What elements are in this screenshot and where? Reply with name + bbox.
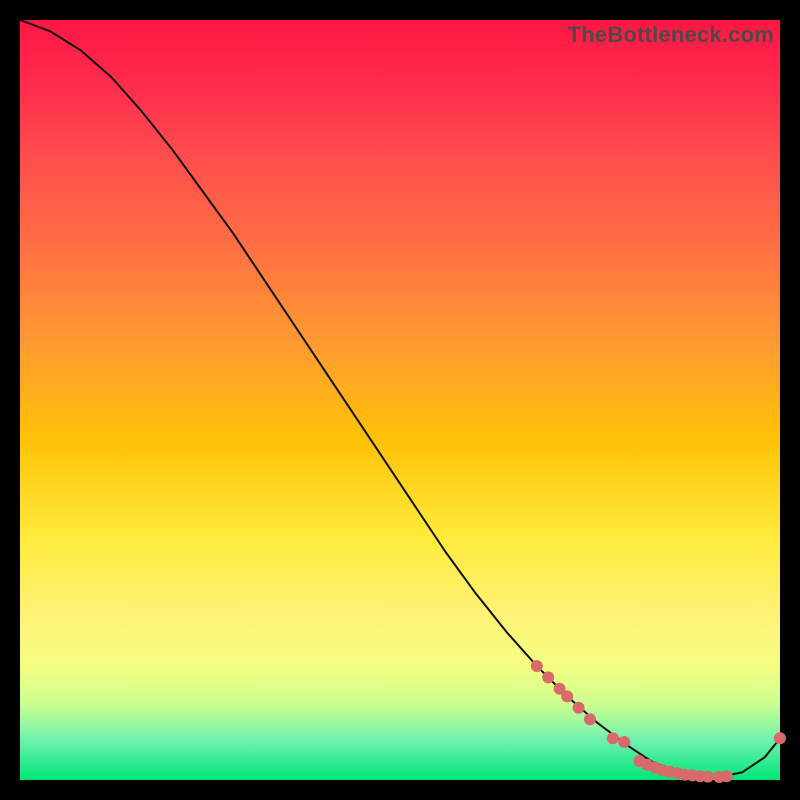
data-point	[573, 702, 585, 714]
data-point	[618, 736, 630, 748]
chart-svg	[20, 20, 780, 780]
data-point	[721, 770, 733, 782]
data-points-group	[531, 660, 786, 783]
data-point	[542, 671, 554, 683]
data-point	[702, 771, 714, 783]
chart-container: TheBottleneck.com	[20, 20, 780, 780]
plot-area: TheBottleneck.com	[20, 20, 780, 780]
data-point	[774, 732, 786, 744]
data-point	[561, 690, 573, 702]
data-point	[607, 732, 619, 744]
data-point	[531, 660, 543, 672]
data-point	[584, 713, 596, 725]
bottleneck-curve	[20, 20, 780, 777]
